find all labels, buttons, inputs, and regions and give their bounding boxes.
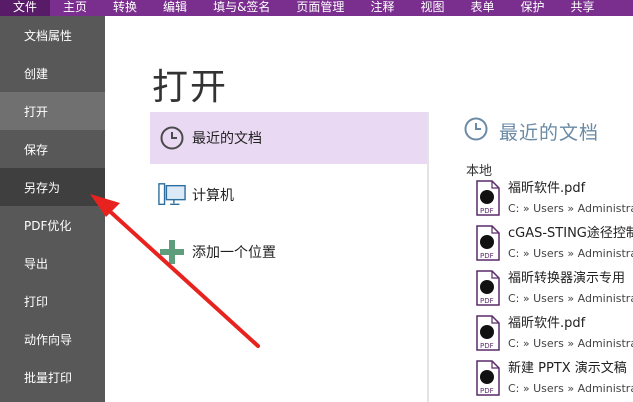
- recent-documents-title: 最近的文档: [499, 121, 600, 144]
- svg-text:PDF: PDF: [480, 207, 494, 215]
- svg-text:PDF: PDF: [480, 387, 494, 395]
- recent-documents-header: 最近的文档: [463, 116, 599, 146]
- menu-form[interactable]: 表单: [457, 0, 507, 16]
- menu-comment[interactable]: 注释: [357, 0, 407, 16]
- clock-icon: [463, 116, 489, 146]
- pdf-file-icon: PDF: [473, 180, 501, 216]
- pdf-file-icon: PDF: [473, 315, 501, 351]
- list-item[interactable]: PDF 福昕软件.pdf C: » Users » Administra: [473, 180, 633, 225]
- computer-icon: [158, 181, 186, 209]
- place-add-location[interactable]: 添加一个位置: [150, 226, 427, 278]
- place-recent-documents[interactable]: 最近的文档: [150, 112, 427, 164]
- panel-divider: [427, 112, 429, 402]
- svg-text:PDF: PDF: [480, 342, 494, 350]
- file-path: C: » Users » Administra: [508, 292, 633, 305]
- file-sidebar: 文档属性 创建 打开 保存 另存为 PDF优化 导出 打印 动作向导 批量打印: [0, 16, 105, 402]
- sidebar-item-save[interactable]: 保存: [0, 130, 105, 168]
- sidebar-item-export[interactable]: 导出: [0, 244, 105, 282]
- file-name: cGAS-STING途径控制: [508, 226, 633, 241]
- menu-share[interactable]: 共享: [558, 0, 608, 16]
- pdf-file-icon: PDF: [473, 270, 501, 306]
- menu-convert[interactable]: 转换: [100, 0, 150, 16]
- menu-file[interactable]: 文件: [0, 0, 51, 16]
- file-path: C: » Users » Administra: [508, 337, 633, 350]
- file-path: C: » Users » Administra: [508, 202, 633, 215]
- local-section-label: 本地: [466, 164, 493, 179]
- menu-fill-sign[interactable]: 填与&签名: [200, 0, 283, 16]
- sidebar-item-print[interactable]: 打印: [0, 282, 105, 320]
- recent-files-list: PDF 福昕软件.pdf C: » Users » Administra PDF…: [473, 180, 633, 402]
- pdf-file-icon: PDF: [473, 360, 501, 396]
- sidebar-item-pdf-optimize[interactable]: PDF优化: [0, 206, 105, 244]
- file-path: C: » Users » Administra: [508, 247, 633, 260]
- list-item[interactable]: PDF cGAS-STING途径控制 C: » Users » Administ…: [473, 225, 633, 270]
- place-computer[interactable]: 计算机: [150, 169, 427, 221]
- menu-page-management[interactable]: 页面管理: [283, 0, 357, 16]
- sidebar-item-open[interactable]: 打开: [0, 92, 105, 130]
- sidebar-item-create[interactable]: 创建: [0, 54, 105, 92]
- svg-text:PDF: PDF: [480, 252, 494, 260]
- file-name: 福昕转换器演示专用: [508, 271, 626, 286]
- menu-home[interactable]: 主页: [50, 0, 100, 16]
- menu-edit[interactable]: 编辑: [150, 0, 200, 16]
- sidebar-item-document-properties[interactable]: 文档属性: [0, 16, 105, 54]
- place-label: 计算机: [192, 188, 234, 204]
- clock-icon: [158, 124, 186, 152]
- place-label: 最近的文档: [192, 131, 262, 147]
- list-item[interactable]: PDF 新建 PPTX 演示文稿 C: » Users » Administra: [473, 360, 633, 402]
- sidebar-item-save-as[interactable]: 另存为: [0, 168, 105, 206]
- menu-bar: 文件 主页 转换 编辑 填与&签名 页面管理 注释 视图 表单 保护 共享: [0, 0, 633, 16]
- menu-protect[interactable]: 保护: [507, 0, 557, 16]
- plus-icon: [158, 238, 186, 266]
- sidebar-item-batch-print[interactable]: 批量打印: [0, 358, 105, 396]
- list-item[interactable]: PDF 福昕转换器演示专用 C: » Users » Administra: [473, 270, 633, 315]
- menu-view[interactable]: 视图: [407, 0, 457, 16]
- svg-text:PDF: PDF: [480, 297, 494, 305]
- sidebar-item-action-wizard[interactable]: 动作向导: [0, 320, 105, 358]
- places-list: 最近的文档 计算机 添加一个位置: [150, 112, 427, 283]
- page-title: 打开: [152, 67, 229, 108]
- place-label: 添加一个位置: [192, 245, 276, 261]
- file-name: 新建 PPTX 演示文稿: [508, 361, 627, 376]
- file-name: 福昕软件.pdf: [508, 316, 586, 331]
- file-name: 福昕软件.pdf: [508, 181, 586, 196]
- file-path: C: » Users » Administra: [508, 382, 633, 395]
- list-item[interactable]: PDF 福昕软件.pdf C: » Users » Administra: [473, 315, 633, 360]
- pdf-file-icon: PDF: [473, 225, 501, 261]
